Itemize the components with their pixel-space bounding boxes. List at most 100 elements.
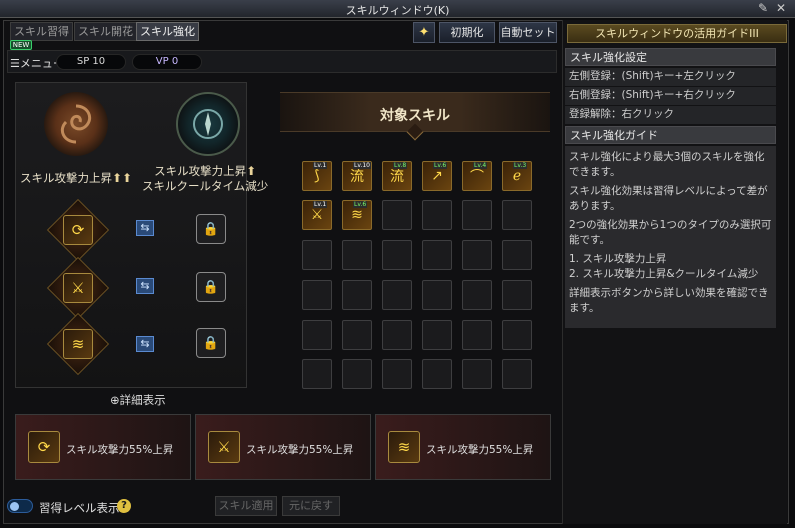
empty-skill-slot[interactable] bbox=[382, 280, 412, 310]
swap-icon[interactable]: ⇆ bbox=[136, 220, 154, 236]
empty-skill-slot[interactable] bbox=[422, 280, 452, 310]
skill-level: Lv.10 bbox=[353, 162, 371, 169]
skill-level: Lv.6 bbox=[353, 201, 368, 208]
skill-level: Lv.3 bbox=[513, 162, 528, 169]
skill-level: Lv.6 bbox=[433, 162, 448, 169]
wolf-skill-icon[interactable]: ≋ bbox=[63, 329, 93, 359]
target-skills-banner: 対象スキル bbox=[280, 92, 550, 141]
tab-skill-bloom[interactable]: スキル開花 bbox=[74, 22, 137, 41]
enhance-type-2: スキル攻撃力上昇⬆ スキルクールタイム減少 bbox=[142, 164, 268, 194]
empty-skill-slot[interactable] bbox=[422, 359, 452, 389]
slash-skill-icon[interactable]: ⟳ bbox=[63, 215, 93, 245]
empty-skill-slot[interactable] bbox=[502, 359, 532, 389]
guide-settings-row: 左側登録：(Shift)キー+左クリック bbox=[565, 68, 776, 86]
lock-icon: 🔒 bbox=[196, 214, 226, 244]
empty-skill-slot[interactable] bbox=[462, 320, 492, 350]
empty-skill-slot[interactable] bbox=[342, 240, 372, 270]
empty-skill-slot[interactable] bbox=[302, 320, 332, 350]
empty-skill-slot[interactable] bbox=[462, 240, 492, 270]
effect-text: スキル攻撃力55%上昇 bbox=[66, 444, 174, 456]
empty-skill-slot[interactable] bbox=[342, 359, 372, 389]
guide-settings-row: 登録解除：右クリック bbox=[565, 106, 776, 124]
hamburger-icon: ☰ bbox=[10, 57, 20, 70]
close-icon[interactable]: ✕ bbox=[776, 1, 786, 15]
skill-preset-button[interactable]: ✦ bbox=[413, 22, 435, 43]
blade-skill-icon[interactable]: ⚔ bbox=[63, 273, 93, 303]
spiral-emblem-icon[interactable] bbox=[44, 92, 108, 156]
guide-body: スキル強化により最大3個のスキルを強化できます。 スキル強化効果は習得レベルによ… bbox=[565, 146, 776, 328]
empty-skill-slot[interactable] bbox=[382, 359, 412, 389]
level-display-toggle[interactable] bbox=[7, 499, 33, 513]
empty-skill-slot[interactable] bbox=[342, 280, 372, 310]
enhance-type-2-label-2: スキルクールタイム減少 bbox=[142, 179, 269, 193]
skill-level: Lv.1 bbox=[313, 201, 328, 208]
swap-icon[interactable]: ⇆ bbox=[136, 278, 154, 294]
vp-counter: VP 0 bbox=[132, 54, 202, 70]
empty-skill-slot[interactable] bbox=[302, 280, 332, 310]
slash-skill-icon: ⟳ bbox=[28, 431, 60, 463]
empty-skill-slot[interactable] bbox=[422, 200, 452, 230]
reset-button[interactable]: 初期化 bbox=[439, 22, 495, 43]
empty-skill-slot[interactable] bbox=[502, 240, 532, 270]
title-bar[interactable]: スキルウィンドウ(K) ✎ ✕ bbox=[0, 0, 795, 18]
guide-settings-row: 右側登録：(Shift)キー+右クリック bbox=[565, 87, 776, 105]
new-badge: NEW bbox=[10, 40, 32, 50]
compass-emblem-icon[interactable] bbox=[176, 92, 240, 156]
empty-skill-slot[interactable] bbox=[422, 320, 452, 350]
blade-skill-icon: ⚔ bbox=[208, 431, 240, 463]
empty-skill-slot[interactable] bbox=[502, 280, 532, 310]
target-skills-title: 対象スキル bbox=[380, 108, 450, 124]
guide-line: スキル強化により最大3個のスキルを強化できます。 bbox=[569, 151, 765, 178]
skill-level: Lv.1 bbox=[313, 162, 328, 169]
skill-level: Lv.8 bbox=[393, 162, 408, 169]
guide-line: 2つの強化効果から1つのタイプのみ選択可能です。 bbox=[569, 219, 772, 246]
skill-slot[interactable]: 流 Lv.8 bbox=[382, 161, 412, 191]
skill-slot[interactable]: ↗ Lv.6 bbox=[422, 161, 452, 191]
detail-view-link[interactable]: ⊕詳細表示 bbox=[110, 392, 166, 408]
skill-slot[interactable]: 流 Lv.10 bbox=[342, 161, 372, 191]
empty-skill-slot[interactable] bbox=[462, 280, 492, 310]
detail-view-label: 詳細表示 bbox=[119, 393, 166, 407]
level-display-label: 習得レベル表示 bbox=[39, 501, 120, 515]
window-title: スキルウィンドウ(K) bbox=[345, 4, 450, 17]
empty-skill-slot[interactable] bbox=[302, 359, 332, 389]
empty-skill-slot[interactable] bbox=[302, 240, 332, 270]
empty-skill-slot[interactable] bbox=[382, 240, 412, 270]
toggle-knob bbox=[10, 502, 19, 511]
enhance-type-2-label-1: スキル攻撃力上昇 bbox=[154, 164, 247, 178]
apply-skill-button[interactable]: スキル適用 bbox=[215, 496, 277, 516]
lock-icon: 🔒 bbox=[196, 328, 226, 358]
skill-level: Lv.4 bbox=[473, 162, 488, 169]
pin-icon[interactable]: ✎ bbox=[758, 1, 768, 15]
tab-skill-enhance[interactable]: スキル強化 bbox=[136, 22, 199, 41]
lock-icon: 🔒 bbox=[196, 272, 226, 302]
help-icon[interactable]: ? bbox=[117, 499, 131, 513]
revert-button[interactable]: 元に戻す bbox=[282, 496, 340, 516]
auto-set-button[interactable]: 自動セット bbox=[499, 22, 557, 43]
effect-card: ⟳ スキル攻撃力55%上昇 bbox=[15, 414, 191, 480]
empty-skill-slot[interactable] bbox=[462, 359, 492, 389]
skill-slot[interactable]: ⚔ Lv.1 bbox=[302, 200, 332, 230]
swap-icon[interactable]: ⇆ bbox=[136, 336, 154, 352]
guide-title[interactable]: スキルウィンドウの活用ガイドIII bbox=[567, 24, 787, 43]
effect-text: スキル攻撃力55%上昇 bbox=[426, 444, 534, 456]
skill-slot[interactable]: ⌒ Lv.4 bbox=[462, 161, 492, 191]
empty-skill-slot[interactable] bbox=[422, 240, 452, 270]
enhance-type-1-label: スキル攻撃力上昇 bbox=[20, 171, 112, 185]
empty-skill-slot[interactable] bbox=[382, 200, 412, 230]
empty-skill-slot[interactable] bbox=[462, 200, 492, 230]
empty-skill-slot[interactable] bbox=[342, 320, 372, 350]
guide-line: 1. スキル攻撃力上昇 bbox=[569, 253, 667, 265]
empty-skill-slot[interactable] bbox=[502, 320, 532, 350]
skill-slot[interactable]: ℯ Lv.3 bbox=[502, 161, 532, 191]
magnifier-icon: ⊕ bbox=[110, 393, 120, 407]
skill-slot[interactable]: ≋ Lv.6 bbox=[342, 200, 372, 230]
guide-settings-header: スキル強化設定 bbox=[565, 48, 776, 66]
skill-slot[interactable]: ⟆ Lv.1 bbox=[302, 161, 332, 191]
guide-enhance-header: スキル強化ガイド bbox=[565, 126, 776, 144]
tab-skill-learn[interactable]: スキル習得 bbox=[10, 22, 73, 41]
empty-skill-slot[interactable] bbox=[382, 320, 412, 350]
effect-text: スキル攻撃力55%上昇 bbox=[246, 444, 354, 456]
effect-card: ⚔ スキル攻撃力55%上昇 bbox=[195, 414, 371, 480]
empty-skill-slot[interactable] bbox=[502, 200, 532, 230]
